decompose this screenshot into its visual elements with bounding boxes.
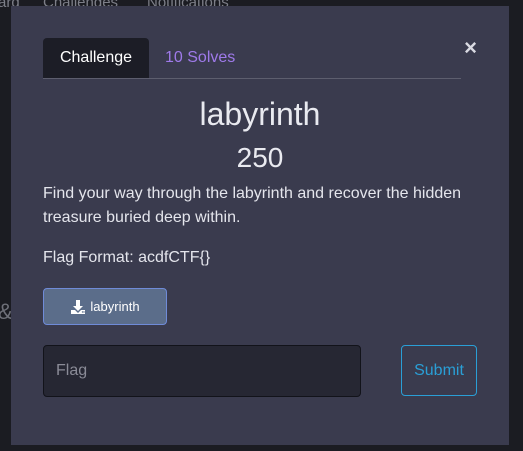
flag-input[interactable] xyxy=(43,345,361,397)
flag-format-text: Flag Format: acdfCTF{} xyxy=(43,249,211,266)
download-file-button[interactable]: labyrinth xyxy=(43,288,167,325)
challenge-name: labyrinth xyxy=(199,96,321,132)
tab-challenge[interactable]: Challenge xyxy=(43,38,149,78)
close-icon[interactable]: × xyxy=(464,37,477,59)
challenge-description: Find your way through the labyrinth and … xyxy=(43,185,462,226)
tab-solves[interactable]: 10 Solves xyxy=(149,38,251,78)
download-icon xyxy=(71,299,86,314)
submit-button[interactable]: Submit xyxy=(401,345,477,396)
challenge-modal: × Challenge 10 Solves labyrinth 250 Find… xyxy=(11,6,509,445)
modal-tabs: Challenge 10 Solves xyxy=(43,38,461,79)
challenge-value: 250 xyxy=(236,142,284,173)
download-file-label: labyrinth xyxy=(90,299,140,314)
